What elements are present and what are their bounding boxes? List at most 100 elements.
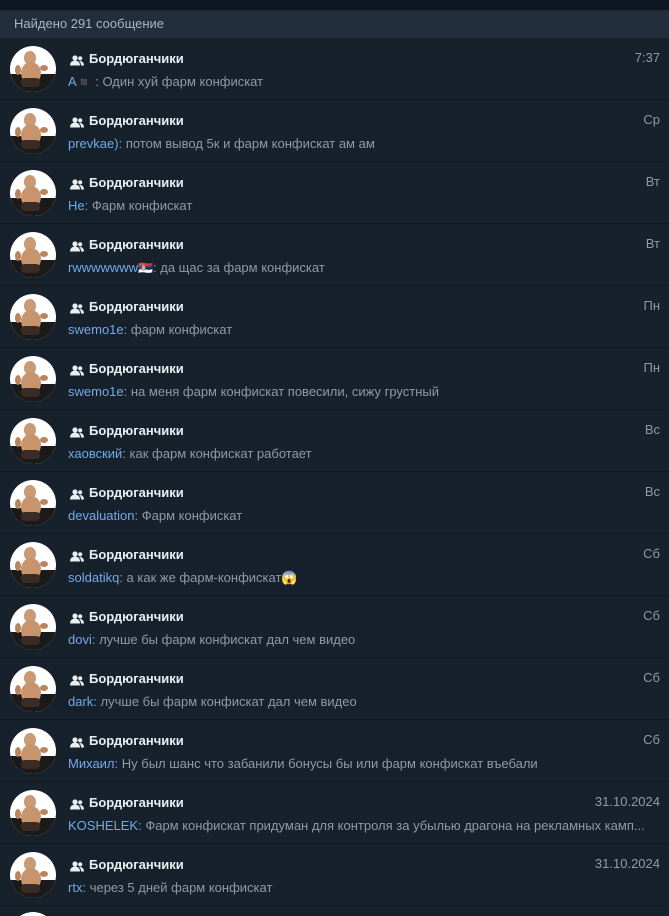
sender-name: swemo1e <box>68 384 124 399</box>
message-date: Сб <box>643 670 660 685</box>
chat-title-line: Бордюганчики <box>70 360 184 376</box>
message-date: Сб <box>643 608 660 623</box>
chat-title: Бордюганчики <box>89 484 184 500</box>
avatar <box>10 294 56 340</box>
sender-name: He <box>68 198 85 213</box>
search-result-row[interactable]: Бордюганчики Сб Михаил: Ну был шанс что … <box>0 720 669 782</box>
chat-title: Бордюганчики <box>89 360 184 376</box>
message-date: Вс <box>644 422 660 437</box>
search-result-row[interactable]: Бордюганчики 31.10.2024 rtx: через 5 дне… <box>0 844 669 906</box>
sender-name: A <box>68 74 77 89</box>
group-icon <box>70 53 84 65</box>
group-icon <box>70 425 84 437</box>
sender-name: хаовский <box>68 446 123 461</box>
group-icon <box>70 363 84 375</box>
chat-title-line: Бордюганчики <box>70 236 184 252</box>
separator: : <box>84 198 92 213</box>
message-date: 7:37 <box>634 50 660 65</box>
group-icon <box>70 673 84 685</box>
separator: : <box>114 756 122 771</box>
search-result-row[interactable]: Бордюганчики Сб dovi: лучше бы фарм конф… <box>0 596 669 658</box>
search-result-row[interactable]: Бордюганчики Пн swemo1e: на меня фарм ко… <box>0 348 669 410</box>
group-icon <box>70 115 84 127</box>
avatar <box>10 728 56 774</box>
chat-title: Бордюганчики <box>89 732 184 748</box>
message-preview: KOSHELEK: Фарм конфискат придуман для ко… <box>68 818 659 833</box>
message-text: фарм конфискат <box>130 322 233 337</box>
message-preview: soldatikq: а как же фарм-конфискат😱 <box>68 570 659 586</box>
search-result-row[interactable]: Бордюганчики Вт rwwwwwww🇷🇸: да щас за фа… <box>0 224 669 286</box>
avatar <box>10 542 56 588</box>
message-date: Вс <box>644 484 660 499</box>
results-count-label: Найдено 291 сообщение <box>14 16 165 31</box>
chat-title-line: Бордюганчики <box>70 50 184 66</box>
message-preview: A◾ : Один хуй фарм конфискат <box>68 74 659 89</box>
message-date: Пн <box>643 298 660 313</box>
avatar <box>10 170 56 216</box>
avatar <box>10 356 56 402</box>
avatar <box>10 480 56 526</box>
search-result-row[interactable]: Бордюганчики Вс хаовский: как фарм конфи… <box>0 410 669 472</box>
search-result-row[interactable]: Бордюганчики Ср prevkae): потом вывод 5к… <box>0 100 669 162</box>
message-text: лучше бы фарм конфискат дал чем видео <box>99 632 356 647</box>
separator: : <box>91 74 103 89</box>
message-text: лучше бы фарм конфискат дал чем видео <box>100 694 357 709</box>
search-results-header: Найдено 291 сообщение <box>0 10 669 38</box>
message-text: да щас за фарм конфискат <box>160 260 325 275</box>
sender-emoji: 🇷🇸 <box>138 261 153 275</box>
separator: : <box>123 384 131 399</box>
group-icon <box>70 239 84 251</box>
sender-emoji: ◾ <box>76 75 92 89</box>
search-result-row[interactable]: Бордюганчики 31.10.2024 KOSHELEK: Фарм к… <box>0 782 669 844</box>
search-result-row-partial[interactable] <box>0 906 669 916</box>
avatar <box>10 790 56 836</box>
search-result-row[interactable]: Бордюганчики Сб dark: лучше бы фарм конф… <box>0 658 669 720</box>
group-icon <box>70 487 84 499</box>
sender-name: Михаил <box>68 756 115 771</box>
sender-name: dovi <box>68 632 92 647</box>
message-text: на меня фарм конфискат повесили, сижу гр… <box>130 384 440 399</box>
sender-name: rwwwwwww <box>68 260 139 275</box>
chat-title: Бордюганчики <box>89 50 184 66</box>
message-preview: dark: лучше бы фарм конфискат дал чем ви… <box>68 694 659 709</box>
message-preview: swemo1e: на меня фарм конфискат повесили… <box>68 384 659 399</box>
message-preview: Михаил: Ну был шанс что забанили бонусы … <box>68 756 659 771</box>
search-result-row[interactable]: Бордюганчики Вс devaluation: Фарм конфис… <box>0 472 669 534</box>
chat-title-line: Бордюганчики <box>70 174 184 190</box>
sender-name: devaluation <box>68 508 135 523</box>
chat-title: Бордюганчики <box>89 422 184 438</box>
chat-title-line: Бордюганчики <box>70 608 184 624</box>
message-date: Вт <box>645 236 660 251</box>
search-result-row[interactable]: Бордюганчики 7:37 A◾ : Один хуй фарм кон… <box>0 38 669 100</box>
message-date: 31.10.2024 <box>594 856 660 871</box>
message-text: потом вывод 5к и фарм конфискат ам ам <box>125 136 375 151</box>
separator: : <box>91 632 100 647</box>
search-result-row[interactable]: Бордюганчики Пн swemo1e: фарм конфискат <box>0 286 669 348</box>
chat-title-line: Бордюганчики <box>70 546 184 562</box>
avatar <box>10 912 56 916</box>
chat-title: Бордюганчики <box>89 794 184 810</box>
group-icon <box>70 177 84 189</box>
group-icon <box>70 611 84 623</box>
message-date: Ср <box>643 112 660 127</box>
chat-title-line: Бордюганчики <box>70 794 184 810</box>
message-text: Ну был шанс что забанили бонусы бы или ф… <box>121 756 538 771</box>
message-preview: хаовский: как фарм конфискат работает <box>68 446 659 461</box>
chat-title: Бордюганчики <box>89 608 184 624</box>
separator: : <box>119 570 127 585</box>
message-preview: devaluation: Фарм конфискат <box>68 508 659 523</box>
message-text: Фарм конфискат придуман для контроля за … <box>145 818 645 833</box>
message-text: Фарм конфискат <box>141 508 243 523</box>
search-result-row[interactable]: Бордюганчики Сб soldatikq: а как же фарм… <box>0 534 669 596</box>
message-date: Сб <box>643 546 660 561</box>
chat-title-line: Бордюганчики <box>70 298 184 314</box>
chat-title-line: Бордюганчики <box>70 670 184 686</box>
search-results-list[interactable]: Бордюганчики 7:37 A◾ : Один хуй фарм кон… <box>0 38 669 916</box>
search-result-row[interactable]: Бордюганчики Вт He: Фарм конфискат <box>0 162 669 224</box>
chat-title: Бордюганчики <box>89 174 184 190</box>
message-preview: He: Фарм конфискат <box>68 198 659 213</box>
message-text: а как же фарм-конфискат😱 <box>126 570 298 585</box>
message-text: как фарм конфискат работает <box>129 446 312 461</box>
chat-title-line: Бордюганчики <box>70 422 184 438</box>
avatar <box>10 232 56 278</box>
